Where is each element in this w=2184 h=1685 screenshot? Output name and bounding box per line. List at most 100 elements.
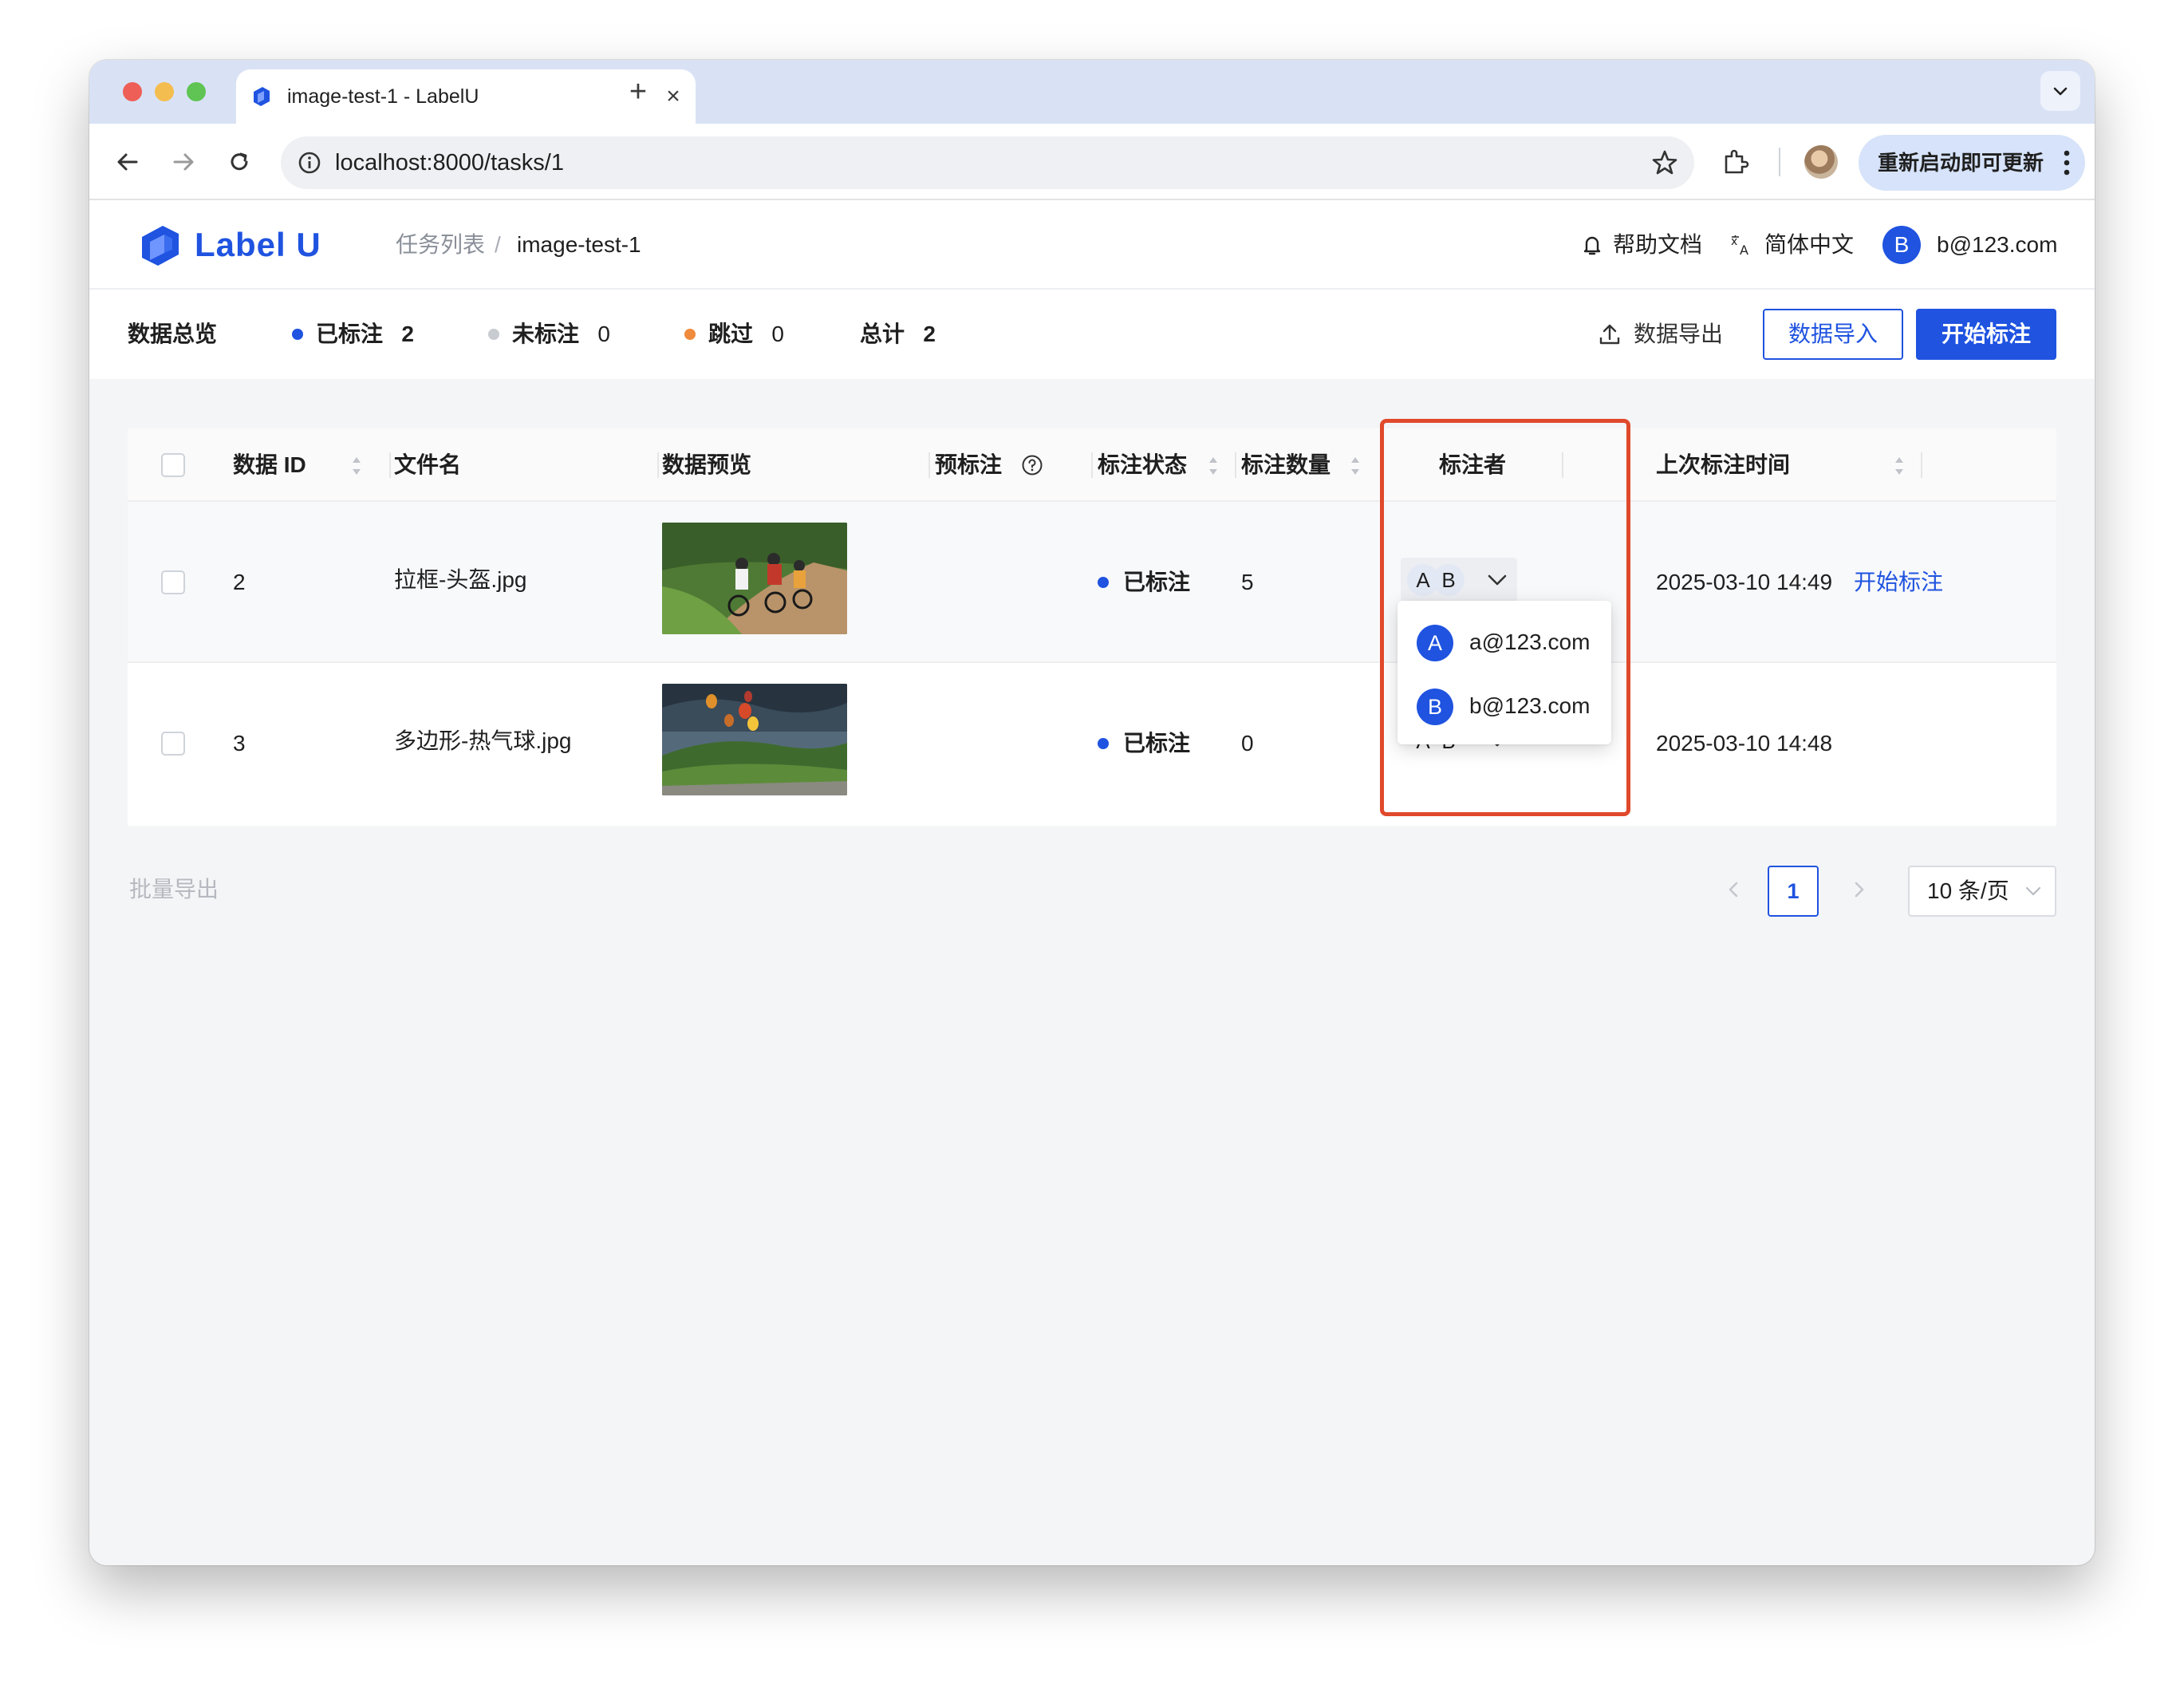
info-icon[interactable] [297,150,322,176]
skipped-label: 跳过 [708,322,754,346]
url-text[interactable]: localhost:8000/tasks/1 [335,136,564,189]
page-size-label: 10 条/页 [1927,878,2009,903]
translate-icon[interactable]: x A [1729,232,1755,258]
preview-thumbnail[interactable] [662,523,847,634]
help-docs-link[interactable]: 帮助文档 [1613,200,1702,290]
annotated-count: 2 [401,322,414,346]
data-import-button[interactable]: 数据导入 [1763,309,1903,360]
annotated-dot [292,328,303,340]
star-icon[interactable] [1651,149,1678,176]
row-start-annotation-link[interactable]: 开始标注 [1854,502,1943,663]
user-email[interactable]: b@123.com [1937,200,2057,290]
pagination-page[interactable]: 1 [1768,866,1819,917]
column-divider [928,452,930,478]
user-avatar[interactable]: B [1882,226,1921,264]
annotator-dropdown: A a@123.com B b@123.com [1398,601,1611,744]
stat-total: 总计 2 [860,290,936,379]
sort-icon[interactable] [1350,456,1361,476]
row-status-label: 已标注 [1123,731,1191,756]
new-tab-icon[interactable]: + [624,77,652,107]
column-divider [657,452,659,478]
stat-unannotated[interactable]: 未标注 0 [488,290,610,379]
svg-text:A: A [1740,243,1748,258]
tab-close-icon[interactable]: × [662,85,684,109]
batch-export-button[interactable]: 批量导出 [129,866,219,914]
chevron-left-icon[interactable] [1721,877,1745,902]
col-last-annotated[interactable]: 上次标注时间 [1656,428,1790,502]
col-annotators: 标注者 [1439,452,1507,477]
annotator-option-email: a@123.com [1469,629,1591,654]
back-icon[interactable] [113,148,142,176]
address-bar[interactable]: localhost:8000/tasks/1 [281,136,1694,189]
annotator-option-email: b@123.com [1469,693,1591,718]
annotator-option-avatar: B [1417,689,1453,725]
language-selector[interactable]: 简体中文 [1764,200,1854,290]
breadcrumb-task-list[interactable]: 任务列表 [396,200,485,290]
column-divider [1921,452,1922,478]
tab-title: image-test-1 - LabelU [287,85,479,108]
breadcrumb-current: image-test-1 [517,232,641,257]
select-all-checkbox[interactable] [161,453,185,477]
sort-icon[interactable] [1208,456,1219,476]
reload-icon[interactable] [225,148,254,176]
stat-skipped[interactable]: 跳过 0 [684,290,784,379]
row-annotation-count: 5 [1241,570,1254,594]
relaunch-update-button[interactable]: 重新启动即可更新 [1859,135,2085,191]
labelu-favicon-icon [254,87,270,106]
row-checkbox[interactable] [161,570,185,594]
annotator-option[interactable]: A a@123.com [1398,610,1611,674]
help-circle-icon[interactable] [1021,454,1043,476]
labelu-logo-icon[interactable] [136,221,183,269]
cycling-photo-image [662,523,847,634]
table-row[interactable]: 3 多边形-热气球.jpg 已标注 0 2025-03-10 14:48 [128,663,2056,824]
table-header: 数据 ID 文件名 数据预览 预标注 标注状态 标注数量 标注者 上次标注时间 [128,428,2056,502]
skipped-dot [684,328,696,340]
row-id: 2 [233,570,246,594]
maximize-window-button[interactable] [187,82,206,101]
column-divider [389,452,391,478]
row-status: 已标注 [1098,663,1190,824]
col-filename: 文件名 [394,452,462,477]
annotator-select[interactable]: A B [1401,558,1517,602]
annotated-label: 已标注 [316,322,384,346]
chevron-down-icon [2053,87,2068,96]
start-annotation-button[interactable]: 开始标注 [1916,309,2056,360]
relaunch-label: 重新启动即可更新 [1878,151,2044,175]
annotator-option[interactable]: B b@123.com [1398,674,1611,738]
row-status: 已标注 [1098,502,1190,663]
close-window-button[interactable] [123,82,142,101]
browser-window: image-test-1 - LabelU × + localhost:8000… [89,60,2095,1565]
app-header: Label U 任务列表 / image-test-1 帮助文档 x A 简体中… [89,200,2095,290]
bell-icon[interactable] [1579,232,1605,258]
page-size-select[interactable]: 10 条/页 [1908,866,2056,917]
chevron-right-icon[interactable] [1847,877,1871,902]
data-table: 数据 ID 文件名 数据预览 预标注 标注状态 标注数量 标注者 上次标注时间 [128,428,2056,826]
sort-icon[interactable] [1894,456,1905,476]
skipped-count: 0 [771,322,784,346]
more-vert-icon [2064,150,2070,176]
column-divider [1562,452,1563,478]
col-data-id[interactable]: 数据 ID [233,428,306,502]
col-status[interactable]: 标注状态 [1098,428,1187,502]
balloon-photo-image [662,684,847,795]
breadcrumb-separator: / [495,232,501,257]
unannotated-count: 0 [597,322,610,346]
row-id: 3 [233,731,246,756]
table-row[interactable]: 2 拉框-头盔.jpg 已标注 5 A B 2025-03-10 14:49 开… [128,502,2056,663]
forward-icon[interactable] [169,148,198,176]
data-overview-bar: 数据总览 已标注 2 未标注 0 跳过 0 总计 2 数据导出 数据导入 开始标… [89,290,2095,379]
row-checkbox[interactable] [161,732,185,756]
minimize-window-button[interactable] [155,82,174,101]
total-label: 总计 [860,322,905,346]
data-export-button[interactable]: 数据导出 [1634,290,1723,379]
col-annotation-count[interactable]: 标注数量 [1241,428,1331,502]
preview-thumbnail[interactable] [662,684,847,795]
app-logo-text[interactable]: Label U [195,200,321,290]
column-divider [1091,452,1093,478]
tab-search-button[interactable] [2040,71,2080,111]
stat-annotated[interactable]: 已标注 2 [292,290,414,379]
sort-icon[interactable] [351,456,362,476]
upload-icon[interactable] [1597,322,1622,347]
profile-avatar[interactable] [1804,145,1838,179]
extensions-icon[interactable] [1720,147,1750,177]
